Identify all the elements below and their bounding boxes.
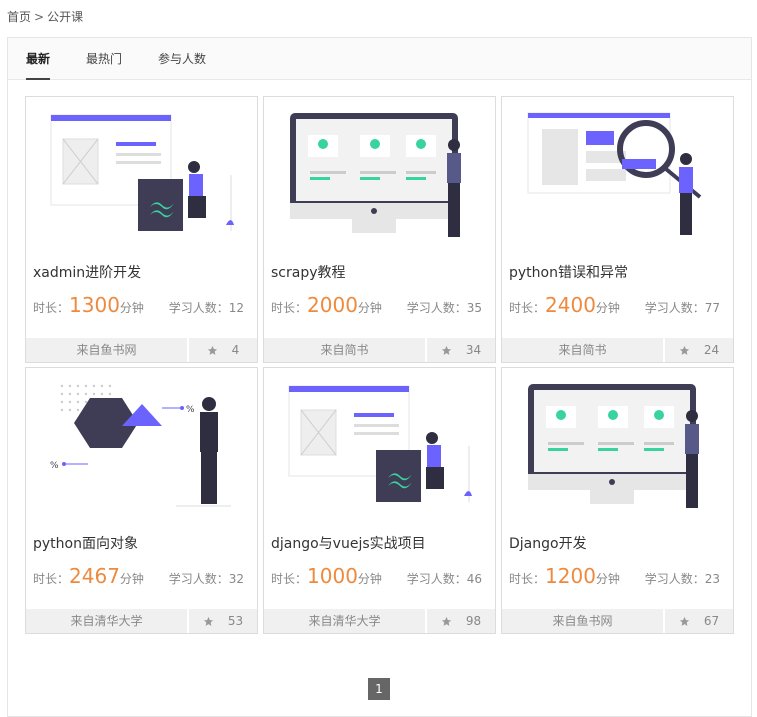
course-card[interactable]: xadmin进阶开发 时长：1300分钟 学习人数：12 来自鱼书网 4 [25, 96, 258, 363]
course-duration: 时长：1200分钟 [509, 564, 620, 588]
course-title[interactable]: scrapy教程 [271, 262, 346, 282]
sort-tabs: 最新 最热门 参与人数 [8, 38, 751, 80]
course-duration: 时长：2467分钟 [33, 564, 144, 588]
favorite-count: 53 [227, 614, 244, 628]
course-thumbnail[interactable]: % % [26, 368, 257, 526]
monitor-presenter-illustration [528, 384, 699, 508]
course-source: 来自清华大学 [264, 609, 427, 633]
course-duration: 时长：2000分钟 [271, 293, 382, 317]
course-meta: 时长：1000分钟 学习人数：46 [271, 564, 482, 588]
tab-latest[interactable]: 最新 [26, 50, 51, 80]
star-icon [203, 616, 213, 626]
course-footer: 来自鱼书网 67 [502, 609, 733, 633]
course-learners: 学习人数：23 [644, 572, 720, 586]
course-learners: 学习人数：46 [406, 572, 482, 586]
pagination-page-1[interactable]: 1 [368, 678, 390, 700]
shapes-illustration: % % [50, 384, 231, 507]
course-thumbnail[interactable] [26, 97, 257, 255]
course-title[interactable]: python面向对象 [33, 533, 138, 553]
duration-value: 1000 [307, 564, 358, 588]
course-learners: 学习人数：77 [644, 301, 720, 315]
duration-value: 2000 [307, 293, 358, 317]
course-card[interactable]: django与vuejs实战项目 时长：1000分钟 学习人数：46 来自清华大… [263, 367, 496, 634]
duration-value: 1200 [545, 564, 596, 588]
course-source: 来自简书 [502, 338, 665, 362]
course-thumbnail[interactable] [502, 368, 733, 526]
star-icon [679, 616, 689, 626]
breadcrumb: 首页 > 公开课 [7, 8, 83, 25]
course-footer: 来自清华大学 53 [26, 609, 257, 633]
star-icon [679, 345, 689, 355]
breadcrumb-separator: > [34, 9, 45, 24]
star-icon [441, 345, 451, 355]
course-thumbnail[interactable] [502, 97, 733, 255]
favorite-count: 4 [231, 343, 240, 357]
favorite-button[interactable]: 24 [665, 338, 733, 362]
course-duration: 时长：1000分钟 [271, 564, 382, 588]
favorite-count: 34 [465, 343, 482, 357]
favorite-button[interactable]: 53 [189, 609, 257, 633]
course-learners: 学习人数：32 [168, 572, 244, 586]
course-duration: 时长：1300分钟 [33, 293, 144, 317]
course-meta: 时长：1300分钟 学习人数：12 [33, 293, 244, 317]
favorite-count: 67 [703, 614, 720, 628]
course-source: 来自鱼书网 [26, 338, 189, 362]
favorite-count: 24 [703, 343, 720, 357]
course-footer: 来自清华大学 98 [264, 609, 495, 633]
course-footer: 来自简书 34 [264, 338, 495, 362]
course-source: 来自清华大学 [26, 609, 189, 633]
course-title[interactable]: Django开发 [509, 533, 587, 553]
course-meta: 时长：2467分钟 学习人数：32 [33, 564, 244, 588]
star-icon [441, 616, 451, 626]
favorite-button[interactable]: 67 [665, 609, 733, 633]
star-icon [207, 345, 217, 355]
favorite-button[interactable]: 98 [427, 609, 495, 633]
course-title[interactable]: django与vuejs实战项目 [271, 533, 426, 553]
course-card[interactable]: Django开发 时长：1200分钟 学习人数：23 来自鱼书网 67 [501, 367, 734, 634]
admin-layout-illustration [50, 114, 234, 231]
course-meta: 时长：2400分钟 学习人数：77 [509, 293, 720, 317]
course-card[interactable]: % % python面向对象 时长：2467分钟 学习人数：32 来自清华大学 … [25, 367, 258, 634]
course-learners: 学习人数：12 [168, 301, 244, 315]
course-learners: 学习人数：35 [406, 301, 482, 315]
monitor-presenter-illustration [290, 113, 461, 237]
breadcrumb-home-link[interactable]: 首页 [7, 8, 31, 25]
course-footer: 来自鱼书网 4 [26, 338, 257, 362]
duration-value: 1300 [69, 293, 120, 317]
tab-participants[interactable]: 参与人数 [158, 50, 206, 79]
course-duration: 时长：2400分钟 [509, 293, 620, 317]
course-source: 来自鱼书网 [502, 609, 665, 633]
svg-text:%: % [50, 461, 59, 471]
breadcrumb-current: 公开课 [47, 10, 84, 24]
course-meta: 时长：2000分钟 学习人数：35 [271, 293, 482, 317]
course-footer: 来自简书 24 [502, 338, 733, 362]
svg-text:%: % [186, 405, 195, 415]
duration-value: 2467 [69, 564, 120, 588]
course-title[interactable]: python错误和异常 [509, 262, 628, 282]
favorite-count: 98 [465, 614, 482, 628]
duration-value: 2400 [545, 293, 596, 317]
tab-hottest[interactable]: 最热门 [86, 50, 122, 79]
favorite-button[interactable]: 4 [189, 338, 257, 362]
course-meta: 时长：1200分钟 学习人数：23 [509, 564, 720, 588]
favorite-button[interactable]: 34 [427, 338, 495, 362]
admin-layout-illustration [288, 385, 472, 502]
course-card[interactable]: scrapy教程 时长：2000分钟 学习人数：35 来自简书 34 [263, 96, 496, 363]
course-title[interactable]: xadmin进阶开发 [33, 262, 141, 282]
magnifier-illustration [527, 112, 702, 235]
course-thumbnail[interactable] [264, 97, 495, 255]
course-card[interactable]: python错误和异常 时长：2400分钟 学习人数：77 来自简书 24 [501, 96, 734, 363]
course-source: 来自简书 [264, 338, 427, 362]
course-thumbnail[interactable] [264, 368, 495, 526]
